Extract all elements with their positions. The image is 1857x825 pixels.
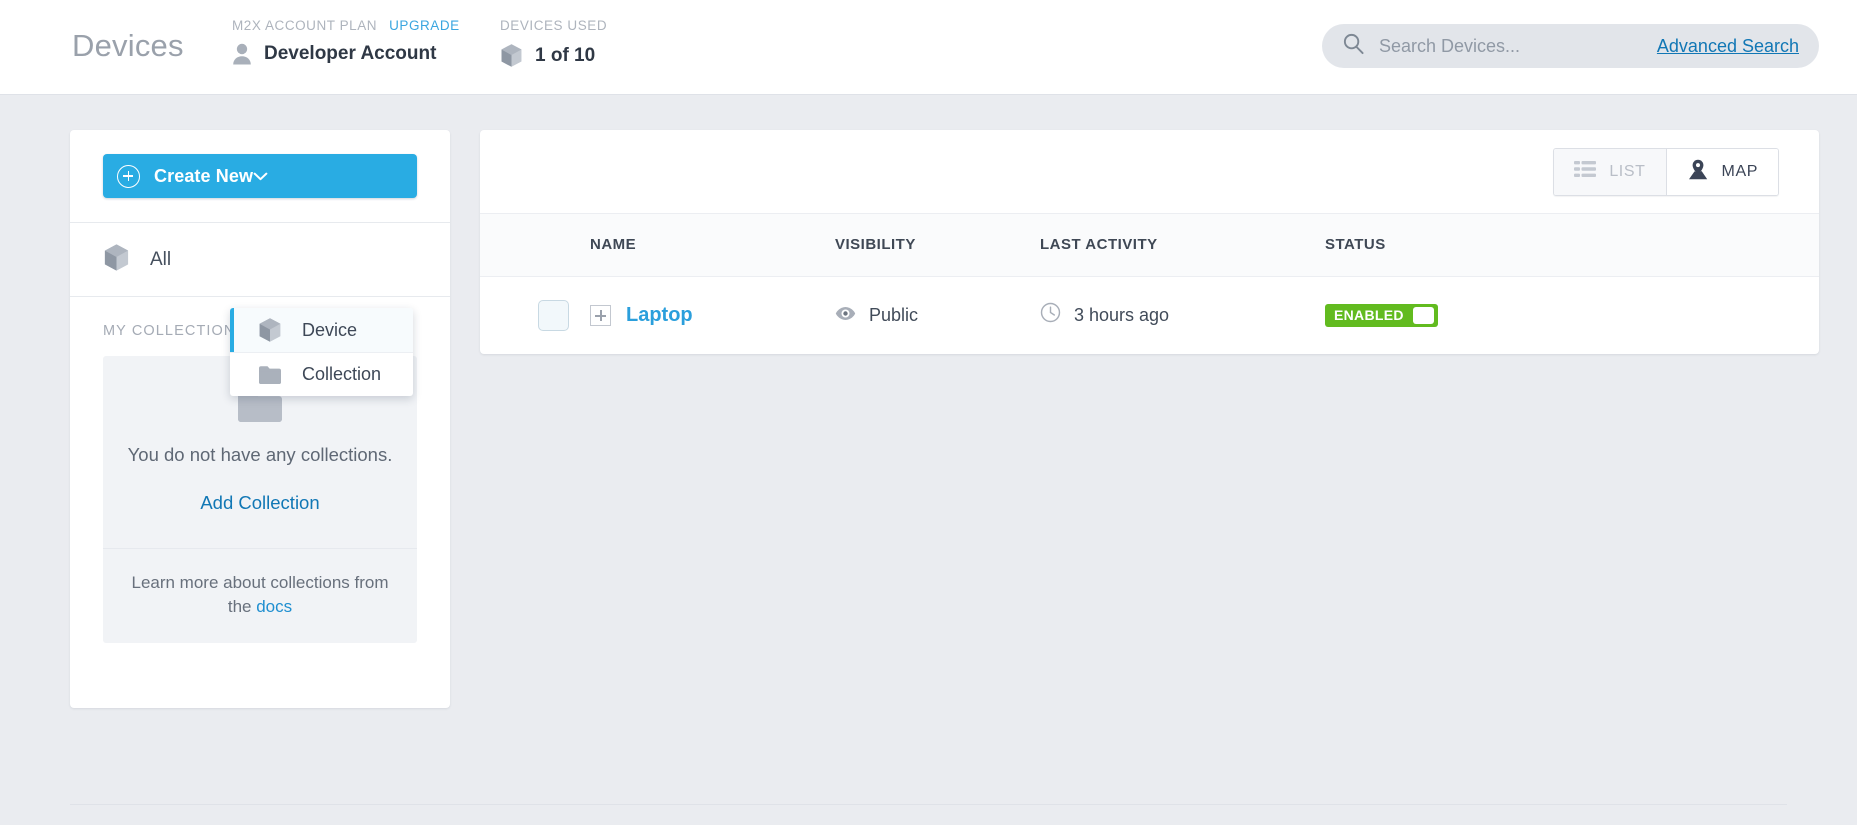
- account-plan-block: M2X ACCOUNT PLAN UPGRADE Developer Accou…: [232, 18, 460, 65]
- advanced-search-link[interactable]: Advanced Search: [1657, 36, 1799, 57]
- folder-icon: [258, 365, 282, 385]
- status-toggle[interactable]: ENABLED: [1325, 303, 1438, 327]
- account-name-row: Developer Account: [232, 43, 460, 65]
- create-new-dropdown[interactable]: Device Collection: [230, 308, 413, 396]
- create-new-label: Create New: [154, 165, 254, 186]
- devices-table-head: NAME VISIBILITY LAST ACTIVITY STATUS: [480, 214, 1819, 277]
- table-row: Laptop Public 3 hours ago ENABLED: [480, 276, 1819, 354]
- chevron-down-icon: [253, 169, 268, 184]
- collections-empty-text: You do not have any collections.: [127, 444, 393, 465]
- column-header-select: [480, 214, 590, 277]
- dropdown-item-device[interactable]: Device: [230, 308, 413, 352]
- plus-circle-icon: [117, 164, 140, 188]
- cube-icon: [258, 317, 282, 343]
- column-header-status[interactable]: STATUS: [1325, 214, 1819, 277]
- app-header: Devices M2X ACCOUNT PLAN UPGRADE Develop…: [0, 0, 1857, 95]
- row-checkbox[interactable]: [538, 299, 569, 331]
- devices-panel: LIST MAP NAME VISIBILITY LAST ACTIVITY S…: [480, 130, 1819, 354]
- column-header-visibility[interactable]: VISIBILITY: [835, 214, 1040, 277]
- last-activity-value: 3 hours ago: [1074, 304, 1170, 325]
- cell-last-activity: 3 hours ago: [1040, 276, 1325, 354]
- cell-visibility: Public: [835, 276, 1040, 354]
- clock-icon: [1040, 302, 1061, 328]
- sidebar-create-section: Create New: [70, 130, 450, 222]
- cell-status: ENABLED: [1325, 276, 1819, 354]
- eye-icon: [835, 305, 856, 326]
- cell-name: Laptop: [590, 276, 835, 354]
- page-body: Create New All MY COLLECTIONS You do not…: [0, 95, 1857, 825]
- cube-icon: [103, 243, 130, 277]
- list-icon: [1574, 160, 1597, 183]
- tab-list-view[interactable]: LIST: [1554, 148, 1666, 195]
- docs-link[interactable]: docs: [256, 597, 292, 616]
- device-name-link[interactable]: Laptop: [626, 304, 693, 327]
- collections-docs-note: Learn more about collections from the do…: [103, 549, 417, 643]
- devices-used-row: 1 of 10: [500, 43, 607, 68]
- collections-empty-card: You do not have any collections. Add Col…: [103, 356, 417, 643]
- sidebar: Create New All MY COLLECTIONS You do not…: [70, 130, 450, 708]
- view-toggle: LIST MAP: [1553, 147, 1779, 196]
- upgrade-link[interactable]: UPGRADE: [389, 18, 460, 33]
- page-title: Devices: [72, 28, 184, 63]
- panel-toolbar: LIST MAP: [480, 130, 1819, 214]
- dropdown-item-collection-label: Collection: [302, 364, 382, 384]
- search-input[interactable]: [1379, 35, 1647, 57]
- devices-used-block: DEVICES USED 1 of 10: [500, 18, 607, 68]
- visibility-value: Public: [869, 304, 919, 325]
- column-header-last-activity[interactable]: LAST ACTIVITY: [1040, 214, 1325, 277]
- cube-icon: [500, 43, 523, 68]
- status-badge: ENABLED: [1334, 307, 1404, 324]
- person-icon: [232, 43, 252, 65]
- dropdown-item-device-label: Device: [302, 319, 358, 340]
- account-plan-label-text: M2X ACCOUNT PLAN: [232, 18, 378, 33]
- search-bar[interactable]: Advanced Search: [1322, 24, 1819, 68]
- sidebar-item-all[interactable]: All: [70, 223, 450, 296]
- devices-table: NAME VISIBILITY LAST ACTIVITY STATUS Lap…: [480, 214, 1819, 354]
- search-icon: [1342, 32, 1365, 60]
- create-new-button[interactable]: Create New: [103, 154, 417, 198]
- table-header-row: NAME VISIBILITY LAST ACTIVITY STATUS: [480, 214, 1819, 277]
- page-bottom-divider: [70, 804, 1787, 805]
- devices-used-label-text: DEVICES USED: [500, 18, 608, 33]
- devices-table-body: Laptop Public 3 hours ago ENABLED: [480, 276, 1819, 354]
- devices-used-value: 1 of 10: [535, 44, 596, 66]
- map-pin-icon: [1687, 159, 1709, 185]
- add-collection-link[interactable]: Add Collection: [200, 492, 319, 514]
- tab-list-view-label: LIST: [1609, 162, 1646, 180]
- dropdown-item-collection[interactable]: Collection: [230, 352, 413, 396]
- account-name: Developer Account: [264, 43, 437, 64]
- account-plan-label: M2X ACCOUNT PLAN UPGRADE: [232, 18, 460, 33]
- cell-select: [480, 276, 590, 354]
- column-header-name[interactable]: NAME: [590, 214, 835, 277]
- devices-used-label: DEVICES USED: [500, 18, 607, 33]
- sidebar-item-all-label: All: [150, 248, 172, 270]
- status-toggle-knob: [1412, 306, 1434, 324]
- tab-map-view-label: MAP: [1721, 162, 1758, 180]
- tab-map-view[interactable]: MAP: [1665, 148, 1778, 195]
- plus-box-icon[interactable]: [590, 304, 611, 326]
